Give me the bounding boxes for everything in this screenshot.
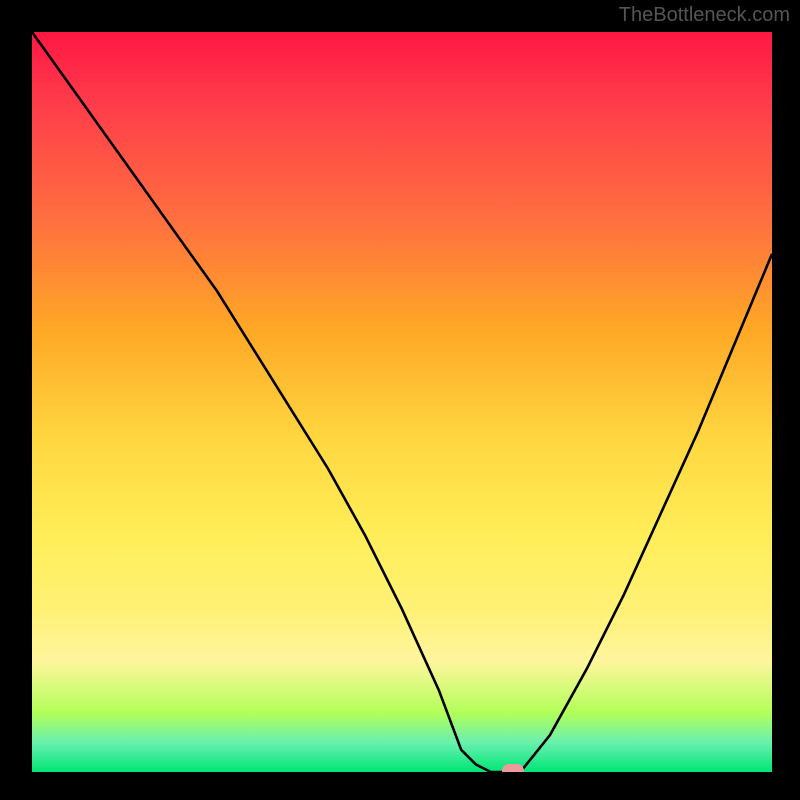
watermark-text: TheBottleneck.com xyxy=(619,4,790,27)
curve-svg xyxy=(32,32,772,772)
bottleneck-curve xyxy=(32,32,772,772)
plot-area xyxy=(32,32,772,772)
optimal-marker xyxy=(502,764,524,772)
